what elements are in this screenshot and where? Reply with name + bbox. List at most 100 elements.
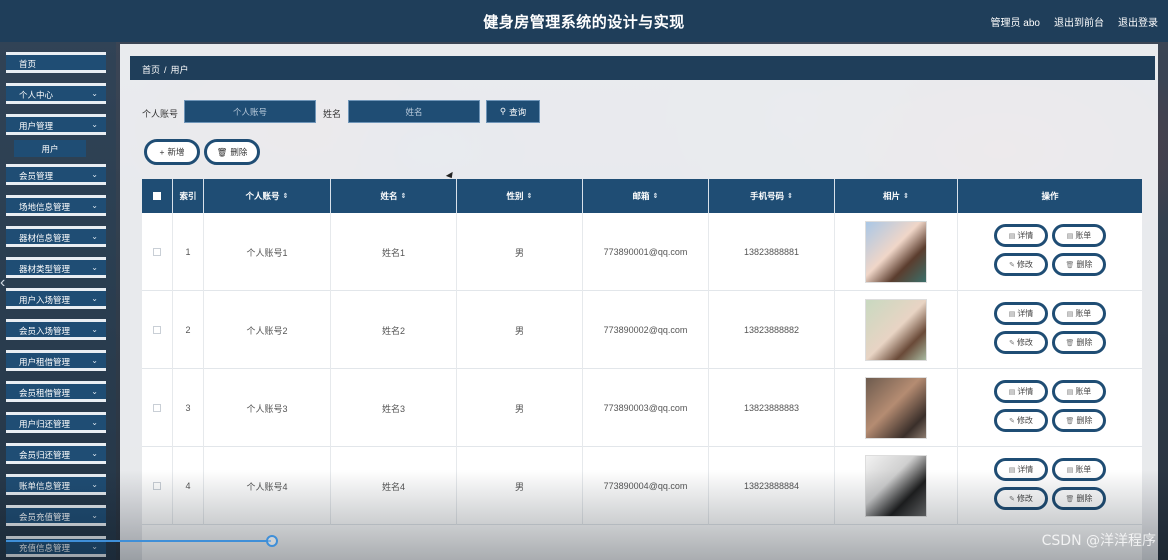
chevron-down-icon: ⌄ [91,480,98,489]
search-icon: ⚲ [499,106,507,116]
row-delete-button[interactable]: 🗑 删除 [1052,487,1106,510]
cell-account-text: 个人账号4 [246,481,288,492]
cell-index-text: 3 [185,403,191,413]
users-table: 索引 个人账号 ⇕ 姓名 ⇕ 性别 ⇕ 邮箱 ⇕ 手机号码 ⇕ 相片 ⇕ 操作 1 个人账号1… [142,179,1142,560]
column-header-email[interactable]: 邮箱 ⇕ [583,179,709,213]
select-all-checkbox[interactable] [153,192,161,200]
cell-actions: ▤ 详情 ▤ 账单 ✎ 修改 🗑 删除 [958,369,1142,447]
sidebar-item-user-management[interactable]: 用户管理 ⌄ [6,114,106,135]
row-delete-button[interactable]: 🗑 删除 [1052,331,1106,354]
sidebar-item-member-rental-management[interactable]: 会员租借管理 ⌄ [6,381,106,402]
cell-index: 1 [173,213,204,291]
chevron-down-icon: ⌄ [91,356,98,365]
collapse-sidebar-icon[interactable]: ‹ [0,274,5,292]
sidebar-item-label: 会员入场管理 [19,326,71,336]
sidebar-item-member-recharge-management[interactable]: 会员充值管理 ⌄ [6,505,106,526]
sidebar-item-label: 会员归还管理 [19,450,71,460]
sidebar-item-venue-management[interactable]: 场地信息管理 ⌄ [6,195,106,216]
bill-button[interactable]: ▤ 账单 [1052,224,1106,247]
row-checkbox[interactable] [153,248,161,256]
row-checkbox[interactable] [153,482,161,490]
column-header-phone[interactable]: 手机号码 ⇕ [709,179,835,213]
column-header-name[interactable]: 姓名 ⇕ [331,179,457,213]
table-header: 索引 个人账号 ⇕ 姓名 ⇕ 性别 ⇕ 邮箱 ⇕ 手机号码 ⇕ 相片 ⇕ 操作 [142,179,1142,213]
row-checkbox[interactable] [153,404,161,412]
cell-index-text: 4 [185,481,191,491]
delete-button[interactable]: 🗑 删除 [204,139,260,165]
breadcrumb-separator: / [164,65,167,75]
logout-link[interactable]: 退出登录 [1118,14,1158,29]
cell-name: 姓名1 [331,213,457,291]
column-header-label: 手机号码 [750,191,785,201]
document-icon: ▤ [1066,466,1074,474]
sidebar-subitem-users[interactable]: 用户 [14,140,86,157]
cell-actions: ▤ 详情 ▤ 账单 ✎ 修改 🗑 删除 [958,291,1142,369]
account-search-input[interactable] [184,100,316,123]
column-header-gender[interactable]: 性别 ⇕ [457,179,583,213]
user-photo[interactable] [865,455,927,517]
sidebar-item-user-return-management[interactable]: 用户归还管理 ⌄ [6,412,106,433]
document-icon: ▤ [1066,310,1074,318]
edit-button[interactable]: ✎ 修改 [994,487,1048,510]
sidebar-item-user-entry-management[interactable]: 用户入场管理 ⌄ [6,288,106,309]
sidebar-item-equipment-type-management[interactable]: 器材类型管理 ⌄ [6,257,106,278]
column-header-label: 相片 [883,191,901,201]
sort-icon: ⇕ [903,193,909,200]
trash-icon: 🗑 [216,146,228,157]
cell-gender: 男 [457,291,583,369]
cell-actions: ▤ 详情 ▤ 账单 ✎ 修改 🗑 删除 [958,447,1142,525]
sort-icon: ⇕ [526,193,533,200]
cell-name: 姓名3 [331,369,457,447]
query-button[interactable]: ⚲ 查询 [486,100,540,123]
column-header-account[interactable]: 个人账号 ⇕ [204,179,331,213]
video-progress-handle[interactable] [266,535,278,547]
name-search-input[interactable] [348,100,480,123]
sidebar-item-equipment-management[interactable]: 器材信息管理 ⌄ [6,226,106,247]
chevron-down-icon: ⌄ [91,294,98,303]
document-icon: ▤ [1066,388,1074,396]
edit-button[interactable]: ✎ 修改 [994,331,1048,354]
table-row: 4 个人账号4 姓名4 男 773890004@qq.com 13823888884 ▤ 详情… [142,447,1142,525]
detail-button[interactable]: ▤ 详情 [994,302,1048,325]
watermark: CSDN @洋洋程序 [1041,533,1156,549]
breadcrumb-home[interactable]: 首页 [142,65,160,75]
sidebar-item-label: 会员租借管理 [19,388,71,398]
chevron-down-icon: ⌄ [91,89,98,98]
main-panel: 首页/用户 个人账号 姓名 ⚲查询 +新增 🗑删除 索引 个人账号⇕ 姓名⇕ 性… [120,44,1158,560]
bill-button[interactable]: ▤ 账单 [1052,302,1106,325]
column-header-index: 索引 [173,179,204,213]
sidebar-item-user-rental-management[interactable]: 用户租借管理 ⌄ [6,350,106,371]
detail-button[interactable]: ▤ 详情 [994,224,1048,247]
row-delete-button[interactable]: 🗑 删除 [1052,409,1106,432]
column-header-label: 邮箱 [632,191,650,201]
sidebar-item-personal-center[interactable]: 个人中心 ⌄ [6,83,106,104]
detail-button[interactable]: ▤ 详情 [994,458,1048,481]
edit-button[interactable]: ✎ 修改 [994,253,1048,276]
user-photo[interactable] [865,299,927,361]
cell-email: 773890003@qq.com [583,369,709,447]
sidebar-item-member-return-management[interactable]: 会员归还管理 ⌄ [6,443,106,464]
breadcrumb-current: 用户 [170,65,189,75]
row-select-cell [142,369,173,447]
column-header-photo[interactable]: 相片 ⇕ [835,179,958,213]
row-delete-button[interactable]: 🗑 删除 [1052,253,1106,276]
add-button[interactable]: + 新增 [144,139,200,165]
sidebar-item-member-entry-management[interactable]: 会员入场管理 ⌄ [6,319,106,340]
back-to-front-link[interactable]: 退出到前台 [1054,14,1104,29]
cell-photo [835,213,958,291]
user-photo[interactable] [865,221,927,283]
video-progress-bar[interactable] [6,540,271,542]
edit-button[interactable]: ✎ 修改 [994,409,1048,432]
detail-button[interactable]: ▤ 详情 [994,380,1048,403]
column-header-label: 索引 [179,191,197,201]
bill-button[interactable]: ▤ 账单 [1052,458,1106,481]
sidebar-item-bill-management[interactable]: 账单信息管理 ⌄ [6,474,106,495]
bill-button[interactable]: ▤ 账单 [1052,380,1106,403]
chevron-down-icon: ⌄ [91,201,98,210]
trash-icon: 🗑 [1065,495,1075,503]
sidebar-item-member-management[interactable]: 会员管理 ⌄ [6,164,106,185]
row-checkbox[interactable] [153,326,161,334]
user-photo[interactable] [865,377,927,439]
sidebar-item-home[interactable]: 首页 [6,52,106,73]
cell-index-text: 1 [185,247,191,257]
